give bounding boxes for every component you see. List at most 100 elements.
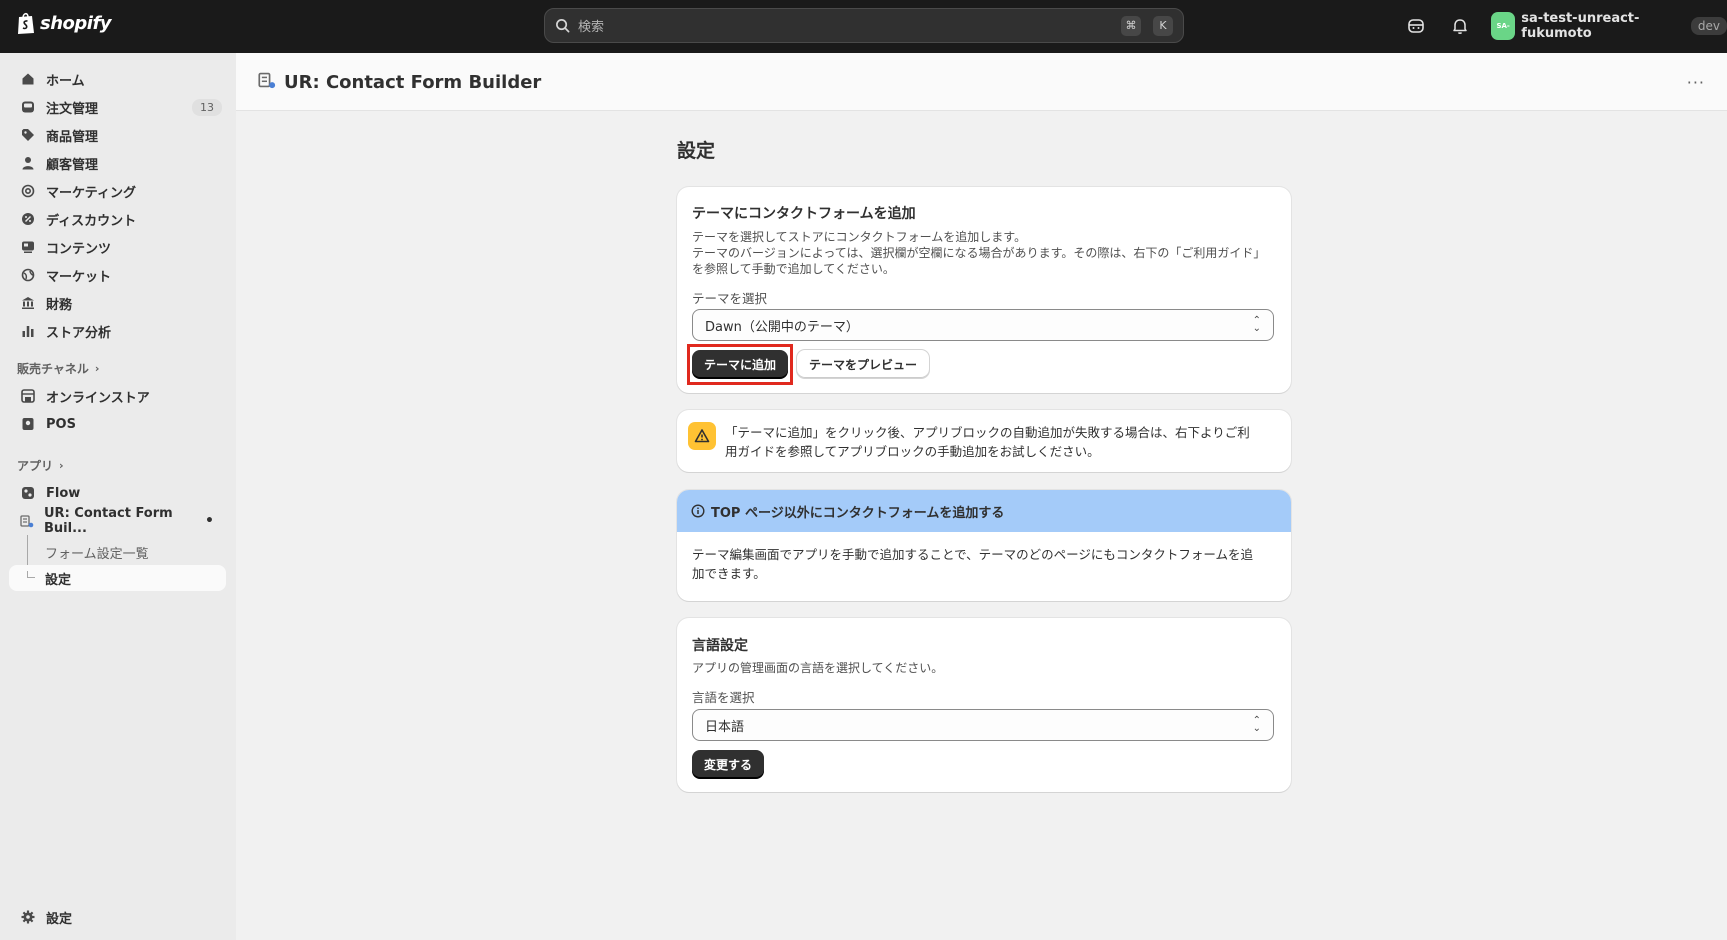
- sidebar-item-online-store[interactable]: オンラインストア: [9, 383, 226, 409]
- more-actions-button[interactable]: ···: [1687, 73, 1705, 92]
- info-banner-header: TOP ページ以外にコンタクトフォームを追加する: [677, 490, 1291, 532]
- sidebar-item-settings[interactable]: 設定: [9, 904, 226, 930]
- sidebar-item-products[interactable]: 商品管理: [9, 122, 226, 148]
- language-select-value: 日本語: [705, 719, 745, 735]
- change-language-button[interactable]: 変更する: [692, 750, 765, 778]
- sales-channels-heading[interactable]: 販売チャネル ›: [17, 360, 99, 377]
- sidekick-glyph-icon: [1408, 19, 1424, 33]
- shortcut-k-key: K: [1153, 15, 1173, 36]
- select-chevrons-icon: ⌃ ⌄: [1252, 715, 1261, 734]
- warning-icon: [688, 422, 716, 450]
- sidebar-item-marketing[interactable]: マーケティング: [9, 178, 226, 204]
- app-title: UR: Contact Form Builder: [258, 71, 541, 94]
- theme-card-title: テーマにコンタクトフォームを追加: [692, 206, 916, 222]
- tag-icon: [20, 127, 36, 143]
- sidebar-item-label: UR: Contact Form Buil...: [44, 506, 173, 536]
- shopify-wordmark: shopify: [40, 12, 112, 34]
- shortcut-command-key: ⌘: [1121, 15, 1141, 36]
- page-title: 設定: [677, 140, 716, 162]
- language-card: 言語設定 アプリの管理画面の言語を選択してください。 言語を選択 日本語 ⌃ ⌄ …: [677, 618, 1291, 792]
- language-select-label: 言語を選択: [692, 690, 755, 705]
- sidebar: ホーム 注文管理 13 商品管理 顧客管理 マーケティング ディスカウント コン…: [0, 53, 236, 940]
- theme-select-value: Dawn（公開中のテーマ）: [705, 319, 859, 335]
- notification-bell-icon[interactable]: [1449, 15, 1471, 37]
- sidebar-item-analytics[interactable]: ストア分析: [9, 318, 226, 344]
- desc-line: テーマのバージョンによっては、選択欄が空欄になる場合があります。その際は、右下の…: [692, 246, 1266, 260]
- info-line: テーマ編集画面でアプリを手動で追加することで、テーマのどのページにもコンタクトフ…: [692, 547, 1254, 562]
- info-banner-title: TOP ページ以外にコンタクトフォームを追加する: [711, 505, 1005, 521]
- sidebar-item-flow[interactable]: Flow: [9, 480, 226, 506]
- gear-icon: [20, 909, 36, 925]
- app-title-text: UR: Contact Form Builder: [284, 72, 542, 93]
- warning-line: 「テーマに追加」をクリック後、アプリブロックの自動追加が失敗する場合は、右下より…: [725, 425, 1250, 440]
- sidebar-subitem-form-list[interactable]: フォーム設定一覧: [45, 543, 149, 562]
- apps-heading[interactable]: アプリ ›: [17, 457, 64, 474]
- theme-select[interactable]: Dawn（公開中のテーマ） ⌃ ⌄: [692, 309, 1274, 341]
- person-icon: [20, 155, 36, 171]
- shopify-logo[interactable]: shopify: [16, 11, 112, 35]
- sidekick-icon[interactable]: [1405, 15, 1427, 37]
- info-line: 加できます。: [692, 566, 766, 581]
- bank-icon: [20, 295, 36, 311]
- language-card-title: 言語設定: [692, 638, 748, 654]
- language-card-description: アプリの管理画面の言語を選択してください。: [692, 661, 944, 675]
- tree-branch-icon: [27, 571, 35, 578]
- sidebar-item-finance[interactable]: 財務: [9, 290, 226, 316]
- target-icon: [20, 183, 36, 199]
- orders-count-badge: 13: [192, 98, 222, 116]
- sidebar-item-label: 注文管理: [46, 101, 99, 117]
- desc-line: を参照して手動で追加してください。: [692, 262, 895, 276]
- avatar: SA-: [1491, 12, 1516, 40]
- desc-line: テーマを選択してストアにコンタクトフォームを追加します。: [692, 230, 1027, 244]
- sidebar-item-label: ホーム: [46, 73, 85, 89]
- sidebar-item-label: マーケティング: [46, 185, 136, 201]
- sidebar-item-label: ストア分析: [46, 325, 112, 341]
- env-badge: dev: [1690, 17, 1727, 35]
- chevron-right-icon: ›: [59, 459, 64, 472]
- sidebar-item-label: 設定: [46, 911, 73, 927]
- theme-card-description: テーマを選択してストアにコンタクトフォームを追加します。 テーマのバージョンによ…: [692, 229, 1265, 277]
- info-text: テーマ編集画面でアプリを手動で追加することで、テーマのどのページにもコンタクトフ…: [692, 545, 1253, 583]
- sidebar-item-contact-form-app[interactable]: UR: Contact Form Buil... •: [9, 506, 226, 536]
- sidebar-item-customers[interactable]: 顧客管理: [9, 150, 226, 176]
- select-chevrons-icon: ⌃ ⌄: [1252, 315, 1261, 334]
- sidebar-item-label: コンテンツ: [46, 241, 112, 257]
- search-input[interactable]: 検索 ⌘ K: [544, 8, 1184, 43]
- info-card: TOP ページ以外にコンタクトフォームを追加する テーマ編集画面でアプリを手動で…: [677, 490, 1291, 601]
- sidebar-item-label: Flow: [46, 485, 81, 501]
- info-icon: [691, 504, 705, 518]
- app-header: UR: Contact Form Builder ···: [236, 53, 1727, 111]
- app-icon: [258, 71, 276, 94]
- highlight-box: [687, 344, 793, 385]
- language-select[interactable]: 日本語 ⌃ ⌄: [692, 709, 1274, 741]
- sidebar-item-home[interactable]: ホーム: [9, 66, 226, 92]
- sidebar-item-label: 商品管理: [46, 129, 99, 145]
- warning-text: 「テーマに追加」をクリック後、アプリブロックの自動追加が失敗する場合は、右下より…: [725, 423, 1250, 461]
- sidebar-item-pos[interactable]: POS: [9, 411, 226, 437]
- sidebar-item-discounts[interactable]: ディスカウント: [9, 206, 226, 232]
- preview-theme-button[interactable]: テーマをプレビュー: [797, 350, 930, 378]
- sidebar-item-label: 財務: [46, 297, 73, 313]
- search-icon: [556, 19, 570, 33]
- content-icon: [20, 239, 36, 255]
- apps-label: アプリ: [17, 459, 54, 473]
- app-icon: [20, 513, 34, 529]
- sidebar-item-markets[interactable]: マーケット: [9, 262, 226, 288]
- home-icon: [20, 71, 36, 87]
- sidebar-item-orders[interactable]: 注文管理 13: [9, 94, 226, 120]
- globe-icon: [20, 267, 36, 283]
- flow-icon: [20, 485, 36, 501]
- sidebar-item-content[interactable]: コンテンツ: [9, 234, 226, 260]
- warning-card: 「テーマに追加」をクリック後、アプリブロックの自動追加が失敗する場合は、右下より…: [677, 410, 1291, 472]
- pin-dot-icon: •: [205, 513, 214, 529]
- sidebar-subitem-settings[interactable]: 設定: [9, 565, 226, 591]
- theme-select-label: テーマを選択: [692, 291, 768, 306]
- warning-line: 用ガイドを参照してアプリブロックの手動追加をお試しください。: [725, 444, 1100, 459]
- sidebar-item-label: オンラインストア: [46, 390, 150, 406]
- inbox-icon: [20, 99, 36, 115]
- discount-icon: [20, 211, 36, 227]
- store-name: sa-test-unreact-fukumoto: [1521, 11, 1640, 41]
- store-menu[interactable]: SA- sa-test-unreact-fukumoto dev: [1491, 11, 1727, 41]
- bell-glyph-icon: [1453, 19, 1467, 34]
- top-bar: shopify 検索 ⌘ K SA- sa-test-unreact-fukum…: [0, 0, 1727, 53]
